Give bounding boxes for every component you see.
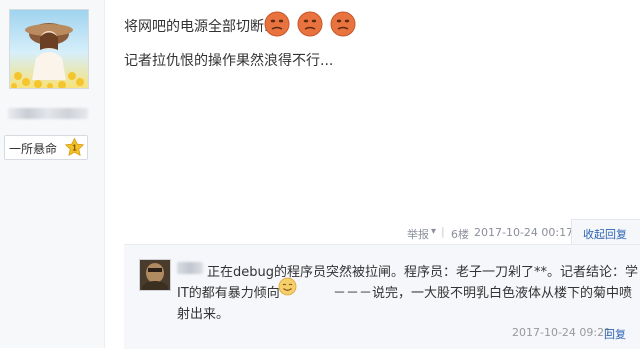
username-redacted[interactable]: [8, 108, 88, 119]
post-time: 2017-10-24 00:17: [474, 226, 574, 239]
reply-username-redacted[interactable]: [177, 262, 203, 274]
avatar-image: [10, 10, 88, 88]
reply-time: 2017-10-24 09:21: [512, 326, 612, 339]
emoji-group: [264, 11, 358, 39]
angry-face-emoji-icon: [264, 11, 290, 37]
avatar[interactable]: [9, 9, 89, 89]
reply-avatar[interactable]: [139, 259, 171, 291]
collapse-replies-button[interactable]: 收起回复: [571, 219, 640, 246]
collapse-replies-label: 收起回复: [583, 228, 627, 241]
angry-face-emoji-icon: [330, 11, 356, 37]
level-tag[interactable]: 一所悬命 1: [4, 135, 88, 160]
level-name: 一所悬命: [9, 142, 58, 156]
post-text-line-1: 将网吧的电源全部切断...: [124, 19, 278, 35]
tail-separator: |: [441, 225, 445, 238]
reply-text-line-1: 正在debug的程序员突然被拉闸。程序员：老子一刀剁了**。记者结论：学: [207, 265, 638, 280]
post-text-line-2: 记者拉仇恨的操作果然浪得不行...: [124, 53, 334, 69]
reply-avatar-image: [140, 260, 170, 290]
report-caret-icon[interactable]: ▾: [431, 226, 436, 237]
reply-text-line-3: 射出来。: [177, 307, 230, 322]
reply-text-line-2b: －－－说完，一大股不明乳白色液体从楼下的菊中喷: [333, 286, 633, 301]
report-link[interactable]: 举报: [407, 226, 429, 242]
reply-text-line-2a: IT的都有暴力倾向: [177, 286, 280, 301]
level-number: 1: [72, 143, 77, 152]
level-star-icon: 1: [65, 138, 84, 156]
smile-emoji-icon: [278, 277, 297, 296]
author-sidebar: 一所悬命 1: [0, 0, 105, 348]
floor-number: 6楼: [451, 228, 469, 241]
angry-face-emoji-icon: [297, 11, 323, 37]
reply-button[interactable]: 回复: [604, 326, 626, 342]
